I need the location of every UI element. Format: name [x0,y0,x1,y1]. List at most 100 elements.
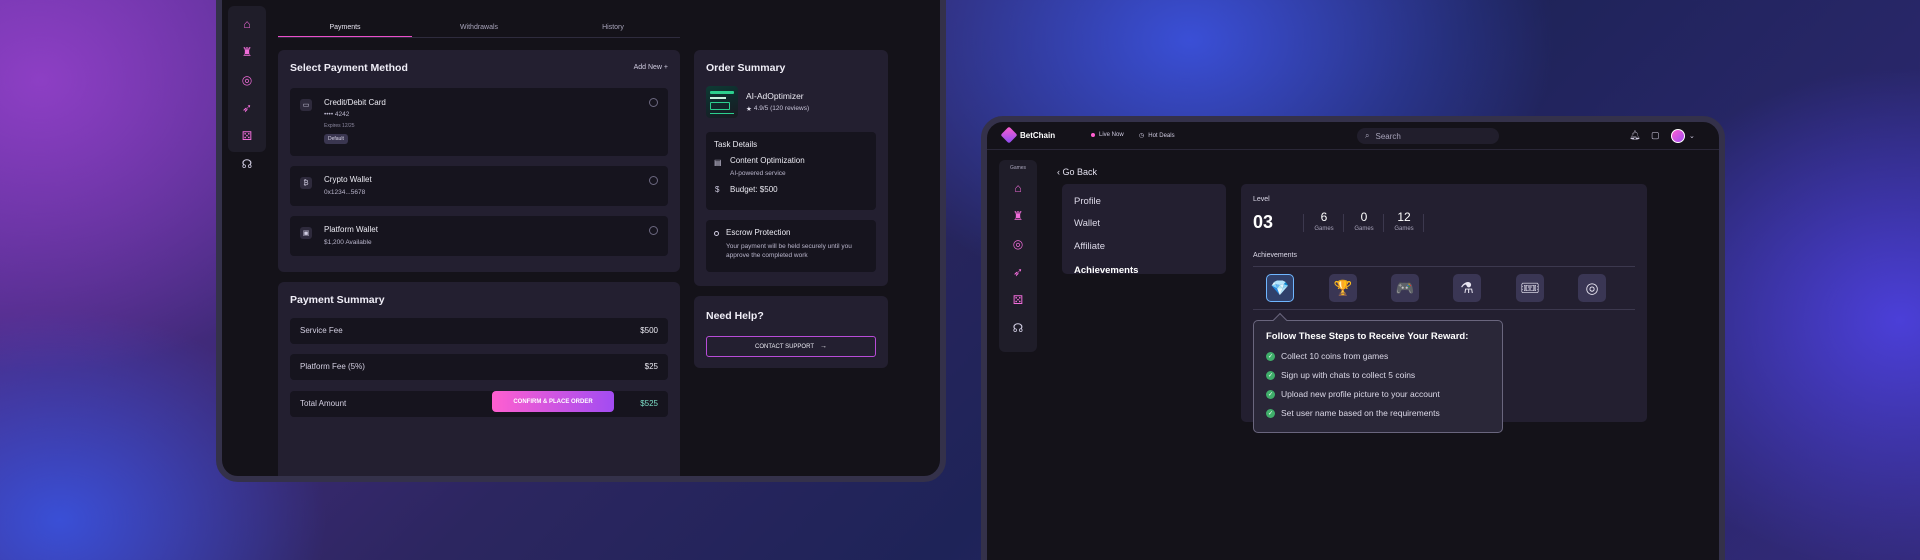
document-icon: ▤ [714,158,722,167]
sidebar: ⌂ ♜ ◎ ➶ ⚄ ☊ [228,6,266,171]
home-icon[interactable]: ⌂ [228,10,266,38]
stat-label: Games [1314,226,1334,232]
method-name: Crypto Wallet [324,175,372,184]
diamond-icon[interactable]: 💎 [1266,274,1294,302]
level-value: 03 [1253,212,1274,232]
method-radio[interactable] [649,98,658,107]
stat-value: 6 [1320,210,1328,224]
need-help-title: Need Help? [706,310,764,322]
dice-icon[interactable]: ⚄ [999,286,1037,314]
payment-summary-title: Payment Summary [290,294,385,306]
hot-deals-label: Hot Deals [1148,132,1175,139]
divider [1253,309,1635,310]
method-name: Platform Wallet [324,225,378,234]
credit-card-icon: ▭ [300,99,312,111]
go-back-link[interactable]: ‹ Go Back [1057,167,1097,177]
brand-logo[interactable]: BetChain [1000,126,1055,144]
trophy-icon[interactable]: 🏆 [1329,274,1357,302]
tab-payments[interactable]: Payments [278,22,412,37]
target-icon[interactable]: ◎ [999,230,1037,258]
tab-history[interactable]: History [546,22,680,37]
escrow-title: Escrow Protection [726,228,791,237]
task-name: Content Optimization [730,156,805,165]
achievements-label: Achievements [1253,252,1297,259]
product-thumbnail [706,86,738,118]
step-text: Sign up with chats to collect 5 coins [1281,370,1416,380]
task-subtitle: AI-powered service [730,170,786,177]
menu-item-achievements[interactable]: Achievements [1074,265,1138,276]
dollar-icon: $ [715,185,720,194]
task-budget: Budget: $500 [730,185,778,194]
payment-option-platform-wallet[interactable]: ▣ Platform Wallet $1,200 Available [290,216,668,256]
dice-icon[interactable]: ⚄ [228,122,266,150]
star-icon: ★ [746,106,752,113]
payments-device-frame: ⌂ ♜ ◎ ➶ ⚄ ☊ Payments Withdrawals History… [216,0,946,482]
home-icon[interactable]: ⌂ [999,174,1037,202]
method-radio[interactable] [649,176,658,185]
headset-icon[interactable]: ☊ [999,314,1037,342]
check-icon: ✓ [1266,351,1275,361]
headset-icon[interactable]: ☊ [228,150,266,178]
summary-row: Service Fee $500 [290,318,668,344]
divider [1343,214,1344,232]
task-details-title: Task Details [714,140,758,149]
check-icon: ✓ [1266,389,1275,399]
select-method-title: Select Payment Method [290,62,408,74]
target-icon[interactable]: ◎ [228,66,266,94]
stat-label: Games [1394,226,1414,232]
chevron-left-icon: ‹ [1057,167,1060,177]
task-details-box: Task Details ▤ Content Optimization AI-p… [706,132,876,210]
search-placeholder: Search [1375,131,1401,141]
reward-steps-tooltip: Follow These Steps to Receive Your Rewar… [1253,320,1503,433]
step-text: Set user name based on the requirements [1281,408,1440,418]
default-badge: Default [324,134,348,144]
stat-value: 12 [1397,210,1411,224]
escrow-text: Your payment will be held securely until… [726,243,852,259]
menu-item-profile[interactable]: Profile [1074,196,1101,207]
confirm-order-button[interactable]: CONFIRM & PLACE ORDER [492,391,614,412]
contact-support-button[interactable]: CONTACT SUPPORT → [706,336,876,357]
summary-value: $500 [640,326,658,335]
summary-label: Service Fee [300,326,343,335]
betchain-logo-icon [1000,126,1018,144]
summary-row: Platform Fee (5%) $25 [290,354,668,380]
achievements-panel: Level 03 6 Games 0 Games 12 Games Achiev… [1241,184,1647,433]
profile-device-frame: BetChain Live Now ◷ Hot Deals ⌕ Search 🔔… [981,116,1725,560]
tab-withdrawals[interactable]: Withdrawals [412,22,546,37]
avatar[interactable] [1671,129,1685,143]
payment-tabs: Payments Withdrawals History [278,22,680,38]
castle-icon[interactable]: ♜ [228,38,266,66]
level-label: Level [1253,196,1270,203]
rocket-icon[interactable]: ➶ [999,258,1037,286]
sidebar-label: Games [1009,165,1027,171]
hot-deals-link[interactable]: ◷ Hot Deals [1139,132,1175,140]
ticket-icon[interactable]: 🎟 [1516,274,1544,302]
divider [1253,266,1635,267]
live-now-link[interactable]: Live Now [1091,132,1124,138]
wallet-icon: ▣ [300,227,312,239]
bell-icon[interactable]: 🔔︎ [1629,130,1640,141]
menu-item-affiliate[interactable]: Affiliate [1074,241,1105,252]
potion-icon[interactable]: ⚗ [1453,274,1481,302]
gamepad-icon[interactable]: 🎮 [1391,274,1419,302]
step-text: Upload new profile picture to your accou… [1281,389,1440,399]
divider [1423,214,1424,232]
summary-label: Platform Fee (5%) [300,362,365,371]
method-radio[interactable] [649,226,658,235]
search-bar[interactable]: ⌕ Search [1357,128,1499,144]
method-detail: $1,200 Available [324,239,372,246]
add-new-link[interactable]: Add New + [634,64,668,71]
rocket-icon[interactable]: ➶ [228,94,266,122]
contact-support-label: CONTACT SUPPORT [754,343,814,350]
menu-item-wallet[interactable]: Wallet [1074,218,1100,229]
go-back-label: Go Back [1062,167,1098,177]
chevron-down-icon[interactable]: ⌄ [1689,132,1695,140]
chat-icon[interactable]: ▢ [1651,130,1660,141]
need-help-card: Need Help? CONTACT SUPPORT → [694,296,888,368]
payment-option-card[interactable]: ▭ Credit/Debit Card •••• 4242 Expires 12… [290,88,668,156]
castle-icon[interactable]: ♜ [999,202,1037,230]
payment-option-crypto[interactable]: ₿ Crypto Wallet 0x1234...5678 [290,166,668,206]
live-dot-icon [1091,133,1095,137]
target-icon[interactable]: ◎ [1578,274,1606,302]
list-item: ✓ Collect 10 coins from games [1266,351,1388,361]
